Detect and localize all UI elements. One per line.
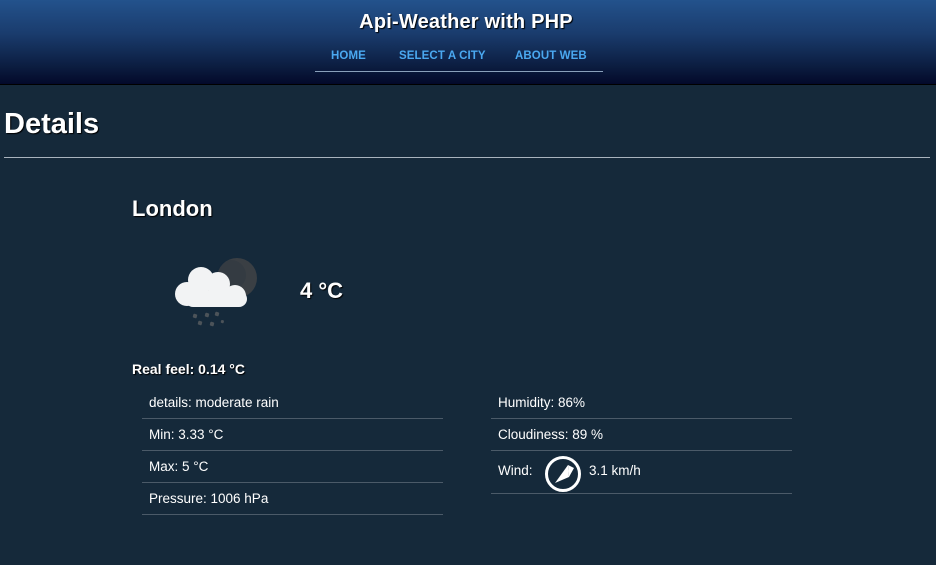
real-feel-label: Real feel: 0.14 °C [132, 361, 245, 377]
details-description-row: details: moderate rain [142, 387, 443, 419]
main-nav: HOME SELECT A CITY ABOUT WEB [315, 46, 603, 72]
nav-home-link[interactable]: HOME [331, 50, 366, 62]
details-left-list: details: moderate rain Min: 3.33 °C Max:… [142, 387, 443, 515]
temperature-value: 4 °C [300, 278, 344, 303]
city-name: London [132, 196, 213, 221]
site-title: Api-Weather with PHP [359, 11, 573, 33]
wind-speed-value: 3.1 km/h [589, 463, 641, 478]
pressure-row: Pressure: 1006 hPa [142, 483, 443, 515]
cloudiness-row: Cloudiness: 89 % [491, 419, 792, 451]
details-right-list: Humidity: 86% Cloudiness: 89 % Wind: 3.1… [491, 387, 792, 494]
title-divider [4, 157, 930, 158]
nav-about-web-link[interactable]: ABOUT WEB [515, 50, 587, 62]
cloud-rain-night-icon [175, 258, 257, 327]
site-header: Api-Weather with PHP HOME SELECT A CITY … [0, 0, 936, 85]
wind-row: Wind: 3.1 km/h [491, 451, 792, 494]
wind-direction-icon [545, 456, 581, 492]
wind-label: Wind: [498, 463, 533, 478]
max-temp-row: Max: 5 °C [142, 451, 443, 483]
nav-select-city-link[interactable]: SELECT A CITY [399, 50, 486, 62]
page-title: Details [4, 108, 100, 140]
min-temp-row: Min: 3.33 °C [142, 419, 443, 451]
humidity-row: Humidity: 86% [491, 387, 792, 419]
